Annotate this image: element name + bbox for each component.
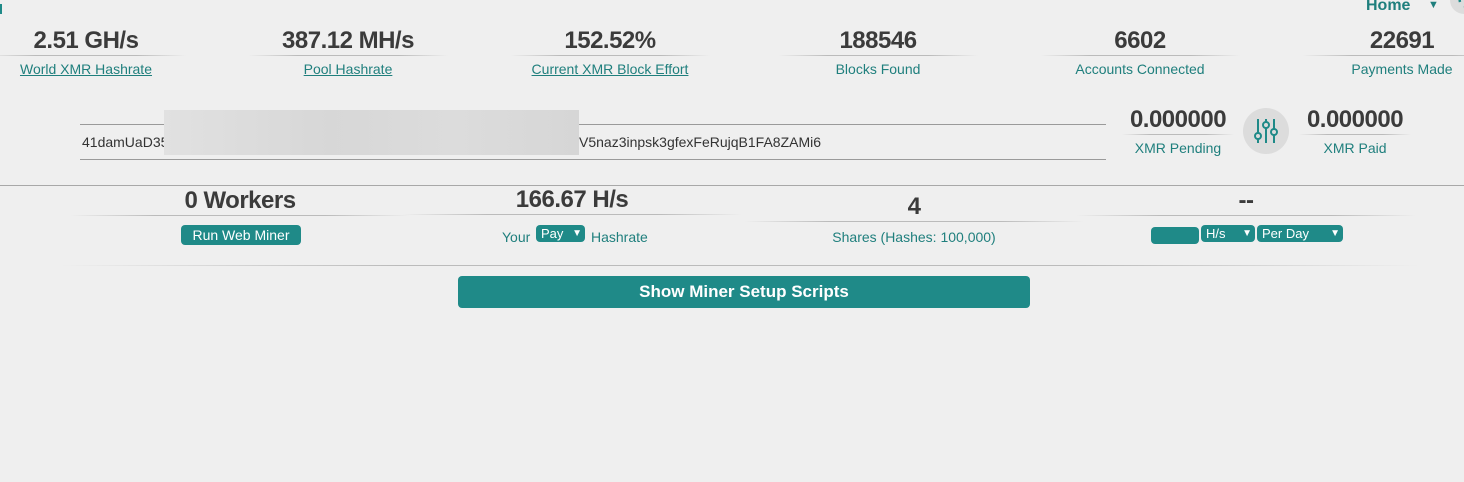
divider — [1299, 134, 1411, 135]
chevron-down-icon: ▼ — [572, 228, 582, 239]
calc-value: -- — [1238, 187, 1254, 214]
period-select-value: Pay — [541, 226, 564, 241]
shares-value: 4 — [907, 193, 921, 220]
stat-label: Blocks Found — [835, 61, 921, 77]
hashrate-stat: 166.67 H/s — [402, 186, 742, 215]
paid-value: 0.000000 — [1306, 106, 1404, 133]
stat-blocks-found: 188546 Blocks Found — [778, 27, 978, 78]
stat-value: 188546 — [839, 27, 917, 54]
hashrate-label: Hashrate — [591, 229, 648, 245]
stat-label: Accounts Connected — [1075, 61, 1205, 77]
unit-select[interactable]: H/s ▼ — [1201, 225, 1255, 242]
pending-balance: 0.000000 XMR Pending — [1122, 106, 1234, 157]
divider — [248, 55, 448, 56]
stat-block-effort: 152.52% Current XMR Block Effort — [510, 27, 710, 78]
stat-pool-hashrate: 387.12 MH/s Pool Hashrate — [248, 27, 448, 78]
stats-row: 2.51 GH/s World XMR Hashrate 387.12 MH/s… — [0, 27, 1464, 87]
stat-value: 2.51 GH/s — [33, 27, 139, 54]
payment-settings-button[interactable] — [1243, 108, 1289, 154]
paid-balance: 0.000000 XMR Paid — [1299, 106, 1411, 157]
chevron-down-icon: ▼ — [1428, 0, 1439, 11]
show-miner-setup-scripts-button[interactable]: Show Miner Setup Scripts — [458, 276, 1030, 308]
left-edge-marker — [0, 4, 2, 14]
address-suffix: V5naz3inpsk3gfexFeRujqB1FA8ZAMi6 — [579, 134, 822, 150]
your-label: Your — [502, 229, 531, 245]
unit-select-value: H/s — [1206, 226, 1226, 241]
calculator-stat: -- — [1076, 187, 1416, 216]
sliders-icon — [1254, 119, 1278, 143]
block-effort-link[interactable]: Current XMR Block Effort — [510, 60, 710, 78]
divider — [402, 214, 742, 215]
divider — [1076, 215, 1416, 216]
divider — [70, 215, 410, 216]
divider — [0, 55, 186, 56]
divider — [1040, 55, 1240, 56]
stat-accounts-connected: 6602 Accounts Connected — [1040, 27, 1240, 78]
stat-label: Payments Made — [1351, 61, 1453, 77]
divider — [1122, 134, 1234, 135]
workers-stat: 0 Workers — [70, 187, 410, 216]
refresh-icon[interactable] — [1450, 0, 1464, 14]
hashrate-value: 166.67 H/s — [515, 186, 629, 213]
address-prefix: 41damUaD35 — [82, 134, 169, 150]
world-hashrate-link[interactable]: World XMR Hashrate — [0, 60, 186, 78]
stat-value: 152.52% — [564, 27, 656, 54]
shares-label: Shares (Hashes: 100,000) — [832, 229, 996, 245]
chevron-down-icon: ▼ — [1330, 228, 1340, 239]
workers-value: 0 Workers — [184, 187, 296, 214]
period-select[interactable]: Pay ▼ — [536, 225, 585, 242]
divider — [510, 55, 710, 56]
pool-hashrate-link[interactable]: Pool Hashrate — [248, 60, 448, 78]
paid-label: XMR Paid — [1323, 140, 1387, 156]
chevron-down-icon: ▼ — [1242, 228, 1252, 239]
home-dropdown[interactable]: Home ▼ — [1366, 0, 1440, 17]
stat-value: 6602 — [1114, 27, 1166, 54]
per-period-select-value: Per Day — [1262, 226, 1309, 241]
stat-value: 387.12 MH/s — [282, 27, 414, 54]
run-web-miner-button[interactable]: Run Web Miner — [181, 225, 301, 245]
calc-hashrate-input[interactable] — [1151, 227, 1199, 244]
stat-world-hashrate: 2.51 GH/s World XMR Hashrate — [0, 27, 186, 78]
home-label: Home — [1366, 0, 1411, 14]
stat-value: 22691 — [1369, 27, 1435, 54]
stat-payments-made: 22691 Payments Made — [1302, 27, 1464, 78]
shares-stat: 4 Shares (Hashes: 100,000) — [744, 193, 1084, 246]
address-redaction — [164, 110, 579, 155]
divider — [778, 55, 978, 56]
pending-value: 0.000000 — [1129, 106, 1227, 133]
per-period-select[interactable]: Per Day ▼ — [1257, 225, 1343, 242]
pending-label: XMR Pending — [1134, 140, 1222, 156]
miner-row-divider — [60, 265, 1420, 266]
divider — [1302, 55, 1464, 56]
divider — [744, 221, 1084, 222]
